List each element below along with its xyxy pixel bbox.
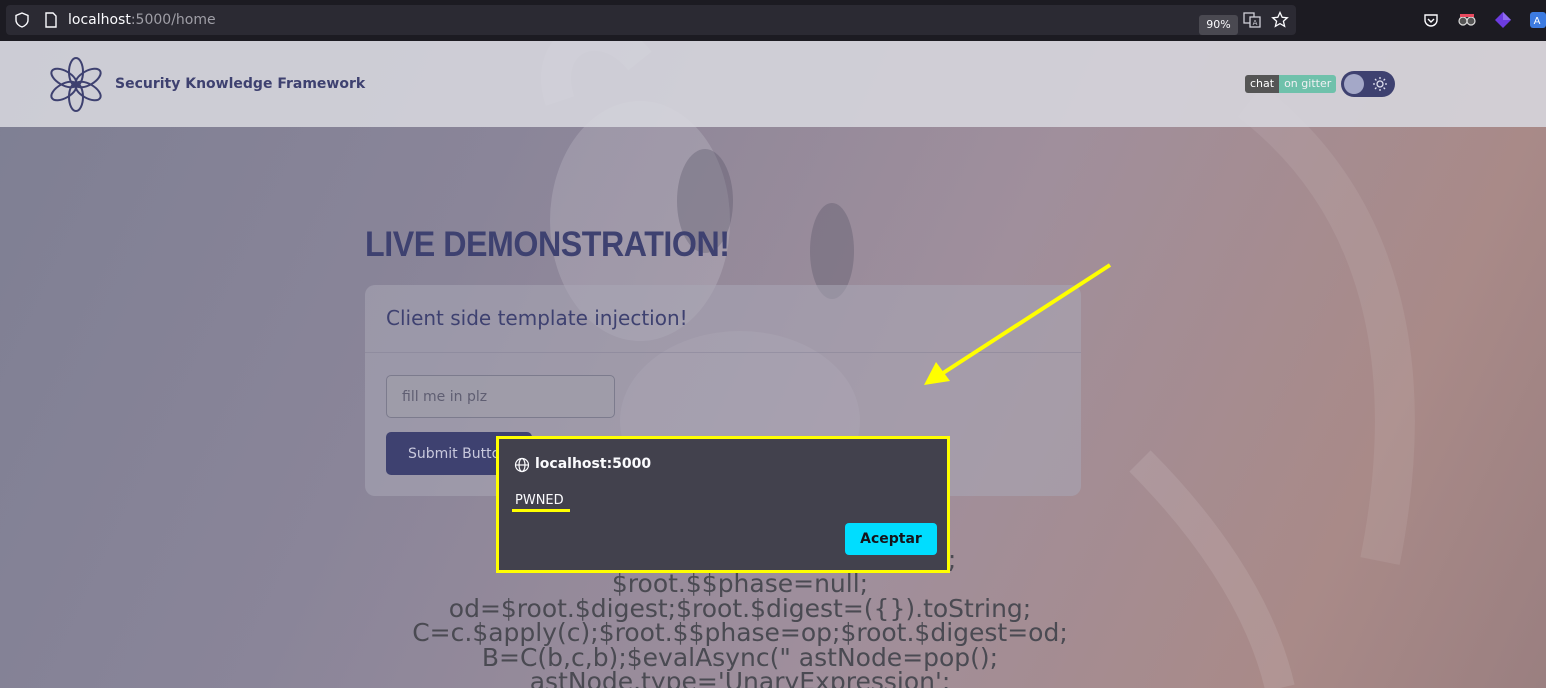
globe-icon	[514, 457, 530, 473]
browser-toolbar: localhost:5000/home 90% A A	[0, 0, 1546, 41]
extension-diamond-icon[interactable]	[1494, 11, 1512, 29]
site-name[interactable]: Security Knowledge Framework	[115, 76, 365, 92]
page-title: LIVE DEMONSTRATION!	[365, 225, 730, 264]
skf-flower-logo-icon[interactable]	[50, 56, 102, 113]
dialog-origin: localhost:5000	[535, 456, 652, 472]
url-host: localhost	[68, 12, 131, 28]
template-input[interactable]	[386, 375, 615, 418]
annotation-underline	[512, 509, 570, 512]
shield-icon[interactable]	[14, 12, 30, 28]
extension-glasses-icon[interactable]	[1457, 12, 1477, 28]
sun-icon	[1373, 77, 1387, 91]
zoom-level-badge[interactable]: 90%	[1199, 15, 1238, 35]
toggle-knob	[1344, 74, 1364, 94]
svg-text:A: A	[1253, 19, 1258, 27]
bookmark-star-icon[interactable]	[1271, 11, 1289, 29]
alert-dialog: localhost:5000 PWNED Aceptar	[496, 436, 950, 573]
svg-text:A: A	[1534, 16, 1541, 27]
theme-toggle[interactable]	[1341, 71, 1395, 97]
dialog-message: PWNED	[515, 493, 564, 508]
address-bar[interactable]: localhost:5000/home 90% A	[6, 5, 1296, 35]
badge-gitter-label: on gitter	[1279, 75, 1337, 93]
url-path: :5000/home	[130, 12, 216, 28]
web-page: Security Knowledge Framework chat on git…	[0, 41, 1546, 688]
url-text[interactable]: localhost:5000/home	[68, 12, 216, 28]
translate-icon[interactable]: A	[1243, 11, 1261, 29]
accept-button[interactable]: Aceptar	[845, 523, 937, 555]
card-header: Client side template injection!	[365, 285, 1081, 353]
card-title: Client side template injection!	[386, 306, 688, 330]
site-header: Security Knowledge Framework chat on git…	[0, 41, 1546, 127]
extension-translate-icon[interactable]: A	[1530, 11, 1546, 29]
page-icon	[45, 12, 57, 28]
badge-chat-label: chat	[1245, 75, 1280, 93]
gitter-chat-badge[interactable]: chat on gitter	[1245, 75, 1337, 93]
pocket-icon[interactable]	[1423, 12, 1439, 28]
